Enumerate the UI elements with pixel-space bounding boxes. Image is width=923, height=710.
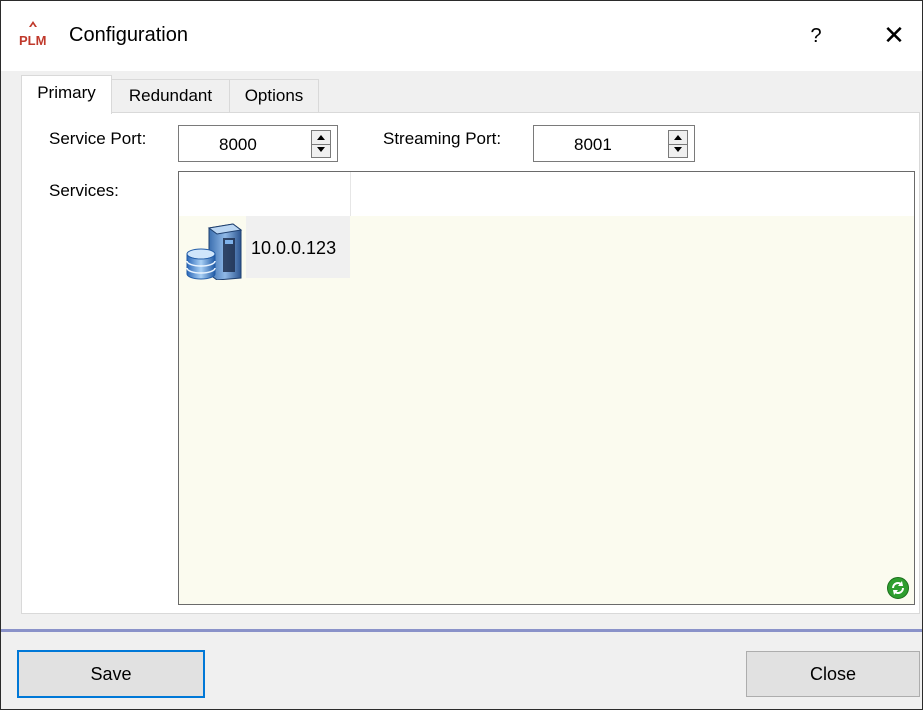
- services-list[interactable]: 10.0.0.123: [178, 171, 915, 605]
- app-logo-text: PLM: [19, 33, 46, 48]
- column-separator: [350, 172, 351, 216]
- arrow-down-icon: [317, 147, 325, 152]
- tab-primary[interactable]: Primary: [21, 75, 112, 114]
- service-port-stepper[interactable]: 8000: [178, 125, 338, 162]
- save-button[interactable]: Save: [17, 650, 205, 698]
- window-title: Configuration: [69, 24, 188, 46]
- tab-redundant[interactable]: Redundant: [111, 79, 230, 112]
- service-port-decrement-button[interactable]: [312, 144, 330, 157]
- arrow-down-icon: [674, 147, 682, 152]
- app-logo-icon: PLM: [18, 19, 48, 49]
- streaming-port-value[interactable]: 8001: [574, 126, 612, 161]
- service-name: 10.0.0.123: [251, 238, 337, 258]
- footer-divider: [1, 629, 922, 632]
- streaming-port-stepper[interactable]: 8001: [533, 125, 695, 162]
- services-label: Services:: [49, 181, 119, 200]
- service-list-item[interactable]: 10.0.0.123: [179, 216, 350, 280]
- title-bar: PLM Configuration ? ✕: [1, 1, 922, 71]
- help-button[interactable]: ?: [798, 19, 834, 53]
- refresh-icon[interactable]: [887, 577, 909, 599]
- close-button[interactable]: Close: [746, 651, 920, 697]
- close-window-button[interactable]: ✕: [874, 17, 914, 53]
- streaming-port-label: Streaming Port:: [383, 129, 502, 148]
- server-database-icon: [186, 223, 243, 280]
- service-port-spin-buttons: [311, 130, 331, 158]
- tab-options[interactable]: Options: [229, 79, 319, 112]
- services-list-header: [179, 172, 914, 216]
- arrow-up-icon: [317, 135, 325, 140]
- streaming-port-increment-button[interactable]: [669, 131, 687, 145]
- configuration-dialog: PLM Configuration ? ✕ Primary Redundant …: [0, 0, 923, 710]
- streaming-port-decrement-button[interactable]: [669, 144, 687, 157]
- streaming-port-spin-buttons: [668, 130, 688, 158]
- service-port-label: Service Port:: [49, 129, 147, 148]
- service-port-increment-button[interactable]: [312, 131, 330, 145]
- service-port-value[interactable]: 8000: [219, 126, 257, 161]
- arrow-up-icon: [674, 135, 682, 140]
